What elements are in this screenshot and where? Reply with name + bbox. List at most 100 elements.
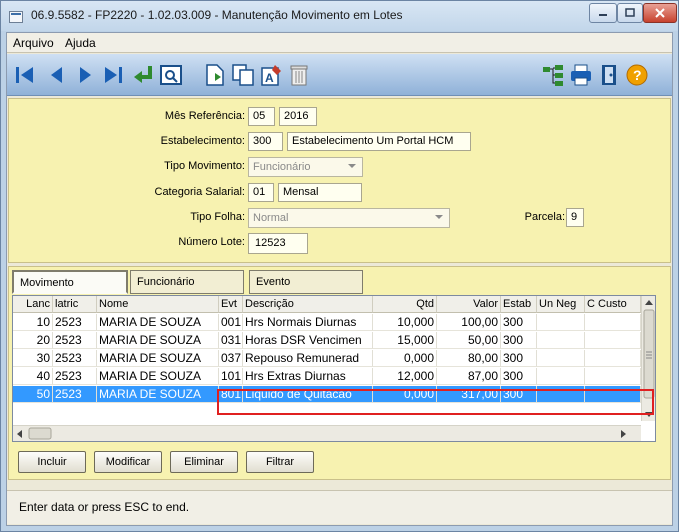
filtrar-button[interactable]: Filtrar	[246, 451, 314, 473]
cell-valor: 80,00	[437, 350, 501, 367]
maximize-button[interactable]	[617, 3, 643, 23]
tipo-movimento-value: Funcionário	[253, 161, 311, 173]
print-icon[interactable]	[569, 63, 593, 87]
zoom-icon[interactable]	[159, 63, 183, 87]
tab-funcionario[interactable]: Funcionário	[130, 270, 244, 294]
copy-icon[interactable]	[231, 63, 255, 87]
next-record-icon[interactable]	[73, 63, 97, 87]
cell-matricula: 2523	[53, 332, 97, 349]
delete-icon[interactable]	[287, 63, 311, 87]
highlight-box	[217, 389, 654, 415]
tab-evento[interactable]: Evento	[249, 270, 363, 294]
cell-qtd: 10,000	[373, 314, 437, 331]
cell-estab: 300	[501, 350, 537, 367]
categoria-salarial-name-field: Mensal	[278, 183, 362, 202]
toolbar: A ?	[7, 54, 672, 96]
close-icon	[655, 8, 665, 18]
eliminar-button[interactable]: Eliminar	[170, 451, 238, 473]
cell-descricao: Repouso Remunerad	[243, 350, 373, 367]
cell-valor: 50,00	[437, 332, 501, 349]
maximize-icon	[625, 8, 635, 17]
cell-estab: 300	[501, 332, 537, 349]
cell-estab: 300	[501, 314, 537, 331]
menu-ajuda[interactable]: Ajuda	[65, 36, 96, 50]
window-title: 06.9.5582 - FP2220 - 1.02.03.009 - Manut…	[31, 8, 403, 22]
table-row[interactable]: 10 2523 MARIA DE SOUZA 001 Hrs Normais D…	[13, 314, 641, 331]
column-header-un-neg[interactable]: Un Neg	[537, 296, 585, 313]
cell-estab: 300	[501, 368, 537, 385]
estabelecimento-code-field[interactable]: 300	[248, 132, 283, 151]
chevron-down-icon	[348, 164, 356, 168]
first-record-icon[interactable]	[13, 63, 37, 87]
parcela-field[interactable]: 9	[566, 208, 584, 227]
title-bar[interactable]: 06.9.5582 - FP2220 - 1.02.03.009 - Manut…	[1, 1, 678, 31]
cell-matricula: 2523	[53, 386, 97, 403]
movements-grid[interactable]: Lanc latric Nome Evt Descrição Qtd Valor…	[12, 295, 656, 442]
categoria-salarial-code-field[interactable]: 01	[248, 183, 274, 202]
column-header-nome[interactable]: Nome	[97, 296, 219, 313]
cell-descricao: Hrs Normais Diurnas	[243, 314, 373, 331]
table-row[interactable]: 30 2523 MARIA DE SOUZA 037 Repouso Remun…	[13, 350, 641, 367]
cell-valor: 100,00	[437, 314, 501, 331]
minimize-button[interactable]	[589, 3, 617, 23]
tab-movimento[interactable]: Movimento	[12, 270, 128, 294]
horizontal-scrollbar[interactable]	[13, 425, 641, 441]
cell-nome: MARIA DE SOUZA	[97, 332, 219, 349]
column-header-evt[interactable]: Evt	[219, 296, 243, 313]
window-icon	[9, 11, 23, 23]
column-header-qtd[interactable]: Qtd	[373, 296, 437, 313]
cell-lanc: 20	[13, 332, 53, 349]
new-record-icon[interactable]	[203, 63, 227, 87]
column-header-valor[interactable]: Valor	[437, 296, 501, 313]
cell-lanc: 10	[13, 314, 53, 331]
tipo-folha-select[interactable]: Normal	[248, 208, 450, 228]
cell-evt: 031	[219, 332, 243, 349]
column-header-lanc[interactable]: Lanc	[13, 296, 53, 313]
cell-c-custo	[585, 314, 641, 331]
numero-lote-label: Número Lote:	[178, 236, 245, 248]
cell-un-neg	[537, 368, 585, 385]
scroll-thumb[interactable]	[643, 309, 655, 399]
menu-bar: Arquivo Ajuda	[7, 33, 672, 53]
scroll-left-icon[interactable]	[17, 430, 22, 438]
cell-un-neg	[537, 332, 585, 349]
column-header-c-custo[interactable]: C Custo	[585, 296, 641, 313]
svg-text:?: ?	[633, 67, 642, 83]
incluir-button[interactable]: Incluir	[18, 451, 86, 473]
close-button[interactable]	[643, 3, 677, 23]
parcela-label: Parcela:	[524, 211, 565, 223]
cell-qtd: 15,000	[373, 332, 437, 349]
exit-icon[interactable]	[597, 63, 621, 87]
cell-evt: 101	[219, 368, 243, 385]
previous-record-icon[interactable]	[45, 63, 69, 87]
cell-nome: MARIA DE SOUZA	[97, 368, 219, 385]
cell-qtd: 0,000	[373, 350, 437, 367]
tree-icon[interactable]	[541, 63, 565, 87]
column-header-matricula[interactable]: latric	[53, 296, 97, 313]
return-icon[interactable]	[131, 63, 155, 87]
cell-c-custo	[585, 368, 641, 385]
cell-matricula: 2523	[53, 314, 97, 331]
last-record-icon[interactable]	[101, 63, 125, 87]
edit-icon[interactable]: A	[259, 63, 283, 87]
tipo-movimento-select[interactable]: Funcionário	[248, 157, 363, 177]
menu-arquivo[interactable]: Arquivo	[13, 36, 54, 50]
column-header-descricao[interactable]: Descrição	[243, 296, 373, 313]
table-row[interactable]: 40 2523 MARIA DE SOUZA 101 Hrs Extras Di…	[13, 368, 641, 385]
cell-nome: MARIA DE SOUZA	[97, 314, 219, 331]
column-header-estab[interactable]: Estab	[501, 296, 537, 313]
estabelecimento-name-field: Estabelecimento Um Portal HCM	[287, 132, 471, 151]
scroll-thumb[interactable]	[28, 427, 52, 440]
help-icon[interactable]: ?	[625, 63, 649, 87]
mes-referencia-year-field[interactable]: 2016	[279, 107, 317, 126]
table-row[interactable]: 20 2523 MARIA DE SOUZA 031 Horas DSR Ven…	[13, 332, 641, 349]
mes-referencia-month-field[interactable]: 05	[248, 107, 275, 126]
cell-lanc: 30	[13, 350, 53, 367]
modificar-button[interactable]: Modificar	[94, 451, 162, 473]
cell-matricula: 2523	[53, 368, 97, 385]
mes-referencia-label: Mês Referência:	[164, 110, 245, 122]
scroll-up-icon[interactable]	[645, 300, 653, 305]
numero-lote-field[interactable]: 12523	[248, 233, 308, 254]
cell-un-neg	[537, 350, 585, 367]
scroll-right-icon[interactable]	[621, 430, 626, 438]
